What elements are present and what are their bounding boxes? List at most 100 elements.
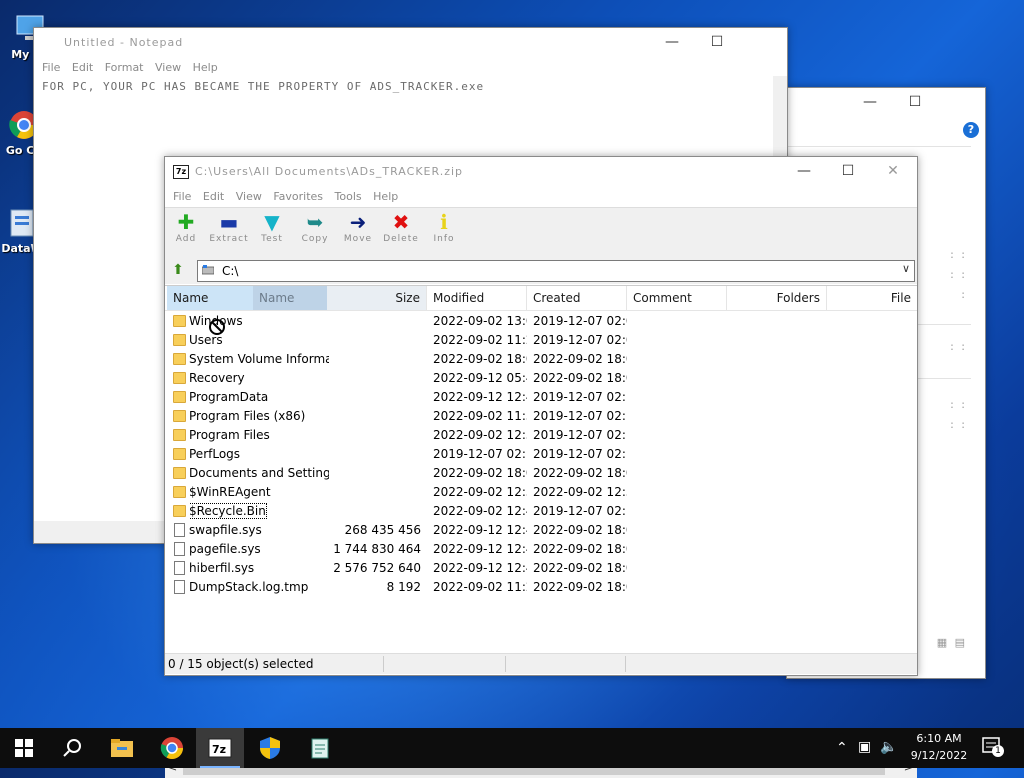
notification-button[interactable]: 1 bbox=[982, 737, 1004, 757]
file-name: Documents and Settings bbox=[189, 466, 329, 480]
cell-size bbox=[327, 407, 421, 426]
table-row[interactable]: Users2022-09-02 11:282019-12-07 02:03 bbox=[165, 331, 917, 350]
menu-file[interactable]: File bbox=[173, 190, 191, 203]
network-icon[interactable]: ▣ bbox=[858, 739, 871, 755]
table-row[interactable]: PerfLogs 2019-12-07 02:14 2019-12-07 02:14 bbox=[165, 445, 917, 464]
address-path: C:\ bbox=[222, 264, 239, 278]
more-options-icon[interactable]: : : bbox=[950, 248, 967, 261]
info-button[interactable]: ℹ Info bbox=[423, 210, 465, 256]
minimize-button[interactable]: — bbox=[649, 28, 695, 58]
menu-help[interactable]: Help bbox=[373, 190, 398, 203]
notepad-menubar: File Edit Format View Help bbox=[34, 58, 787, 78]
close-button[interactable]: ✕ bbox=[870, 157, 916, 187]
column-comment[interactable]: Comment bbox=[627, 286, 727, 310]
shield-icon bbox=[260, 737, 280, 759]
maximize-button[interactable]: ☐ bbox=[825, 157, 871, 187]
taskbar-file-explorer[interactable] bbox=[98, 728, 146, 768]
table-row[interactable]: hiberfil.sys 2 576 752 640 2022-09-12 12:4… bbox=[165, 559, 917, 578]
cell-created: 2022-09-02 18:09 bbox=[533, 371, 627, 385]
more-options-icon[interactable]: : : bbox=[950, 398, 967, 411]
cell-modified: 2022-09-02 18:09 bbox=[433, 466, 527, 480]
clock-date[interactable]: 9/12/2022 bbox=[906, 749, 972, 762]
taskbar-notepad[interactable] bbox=[296, 728, 344, 768]
taskbar-chrome[interactable] bbox=[148, 728, 196, 768]
minimize-button[interactable]: — bbox=[781, 157, 827, 187]
table-row[interactable]: pagefile.sys 1 744 830 464 2022-09-12 12:4… bbox=[165, 540, 917, 559]
table-row[interactable]: $Recycle.Bin 2022-09-02 12:41 2019-12-07 0… bbox=[165, 502, 917, 521]
cell-size: 2 576 752 640 bbox=[333, 561, 421, 575]
file-name: Program Files bbox=[189, 428, 270, 442]
menu-format[interactable]: Format bbox=[105, 61, 144, 74]
more-options-icon[interactable]: : : bbox=[950, 268, 967, 281]
test-button[interactable]: ▼ Test bbox=[251, 210, 293, 256]
column-size[interactable]: Size bbox=[327, 286, 427, 310]
table-row[interactable]: Documents and Settings 2022-09-02 18:09 20… bbox=[165, 464, 917, 483]
table-row[interactable]: ProgramData 2022-09-12 12:47 2019-12-07 02… bbox=[165, 388, 917, 407]
table-row[interactable]: Recovery 2022-09-12 05:48 2022-09-02 18:09 bbox=[165, 369, 917, 388]
divider bbox=[505, 656, 506, 672]
menu-tools[interactable]: Tools bbox=[335, 190, 362, 203]
help-icon[interactable]: ? bbox=[963, 122, 979, 138]
7zip-titlebar[interactable]: 7z C:\Users\All Documents\ADs_TRACKER.zi… bbox=[165, 157, 917, 187]
table-row[interactable]: $WinREAgent 2022-09-02 12:58 2022-09-02 12… bbox=[165, 483, 917, 502]
move-button[interactable]: ➜ Move bbox=[337, 210, 379, 256]
menu-favorites[interactable]: Favorites bbox=[273, 190, 323, 203]
delete-button[interactable]: ✖ Delete bbox=[380, 210, 422, 256]
taskbar-7zip[interactable]: 7z bbox=[196, 728, 244, 768]
cell-name: System Volume Informa... bbox=[189, 350, 329, 369]
taskbar-security[interactable] bbox=[246, 728, 294, 768]
maximize-button[interactable]: ☐ bbox=[694, 28, 740, 58]
window-title: Untitled - Notepad bbox=[64, 36, 184, 49]
volume-icon[interactable]: 🔈 bbox=[880, 739, 897, 755]
column-modified[interactable]: Modified bbox=[427, 286, 527, 310]
search-button[interactable] bbox=[48, 728, 96, 768]
table-row[interactable]: swapfile.sys 268 435 456 2022-09-12 12:47 2… bbox=[165, 521, 917, 540]
file-icon bbox=[174, 580, 185, 594]
folder-icon bbox=[173, 486, 186, 498]
search-icon bbox=[63, 739, 81, 757]
cell-name: Documents and Settings bbox=[189, 464, 329, 483]
info-icon: ℹ bbox=[440, 210, 448, 234]
copy-button[interactable]: ➥ Copy bbox=[294, 210, 336, 256]
more-options-icon[interactable]: : bbox=[961, 288, 967, 301]
maximize-button[interactable]: ☐ bbox=[892, 88, 938, 118]
table-row[interactable]: Windows2022-09-02 13:072019-12-07 02:03 bbox=[165, 312, 917, 331]
add-button[interactable]: ✚ Add bbox=[165, 210, 207, 256]
menu-view[interactable]: View bbox=[155, 61, 181, 74]
more-options-icon[interactable]: : : bbox=[950, 418, 967, 431]
clock-time[interactable]: 6:10 AM bbox=[906, 732, 972, 745]
table-row[interactable]: System Volume Informa... 2022-09-02 18:09… bbox=[165, 350, 917, 369]
menu-help[interactable]: Help bbox=[193, 61, 218, 74]
table-row[interactable]: DumpStack.log.tmp 8 192 2022-09-02 11:21 20… bbox=[165, 578, 917, 597]
folder-icon bbox=[173, 372, 186, 384]
column-created[interactable]: Created bbox=[527, 286, 627, 310]
chevron-down-icon[interactable]: ∨ bbox=[902, 262, 910, 275]
cell-created: 2019-12-07 02:14 bbox=[533, 409, 627, 423]
minimize-button[interactable]: — bbox=[847, 88, 893, 118]
menu-edit[interactable]: Edit bbox=[203, 190, 224, 203]
table-row[interactable]: Program Files 2022-09-02 12:56 2019-12-07 … bbox=[165, 426, 917, 445]
no-drop-cursor-icon bbox=[209, 319, 225, 335]
menu-edit[interactable]: Edit bbox=[72, 61, 93, 74]
7zip-icon: 7z bbox=[208, 738, 232, 758]
cell-created: 2022-09-02 18:06 bbox=[533, 352, 627, 366]
view-toggle-icon[interactable]: ▦ ▤ bbox=[937, 636, 967, 649]
more-options-icon[interactable]: : : bbox=[950, 340, 967, 353]
notepad-titlebar[interactable]: Untitled - Notepad — ☐ bbox=[34, 28, 787, 58]
column-folders[interactable]: Folders bbox=[727, 286, 827, 310]
extract-button[interactable]: ▬ Extract bbox=[208, 210, 250, 256]
address-input[interactable]: C:\ ∨ bbox=[197, 260, 915, 282]
menu-file[interactable]: File bbox=[42, 61, 60, 74]
folder-up-icon[interactable]: ⬆ bbox=[169, 261, 187, 279]
7zip-file-manager-window[interactable]: 7z C:\Users\All Documents\ADs_TRACKER.zi… bbox=[164, 156, 918, 778]
column-files[interactable]: File bbox=[827, 286, 917, 310]
cell-name: pagefile.sys bbox=[189, 540, 329, 559]
table-row[interactable]: Program Files (x86) 2022-09-02 11:30 2019-… bbox=[165, 407, 917, 426]
file-list[interactable]: Name Name Size Modified Created Comment … bbox=[165, 285, 917, 778]
taskbar: 7z ⌃ ▣ 🔈 6:10 AM 9/12/2022 1 bbox=[0, 728, 1024, 768]
start-button[interactable] bbox=[0, 728, 48, 768]
svg-text:7z: 7z bbox=[212, 743, 226, 756]
chevron-up-icon[interactable]: ⌃ bbox=[836, 740, 848, 756]
file-name: Program Files (x86) bbox=[189, 409, 306, 423]
menu-view[interactable]: View bbox=[236, 190, 262, 203]
